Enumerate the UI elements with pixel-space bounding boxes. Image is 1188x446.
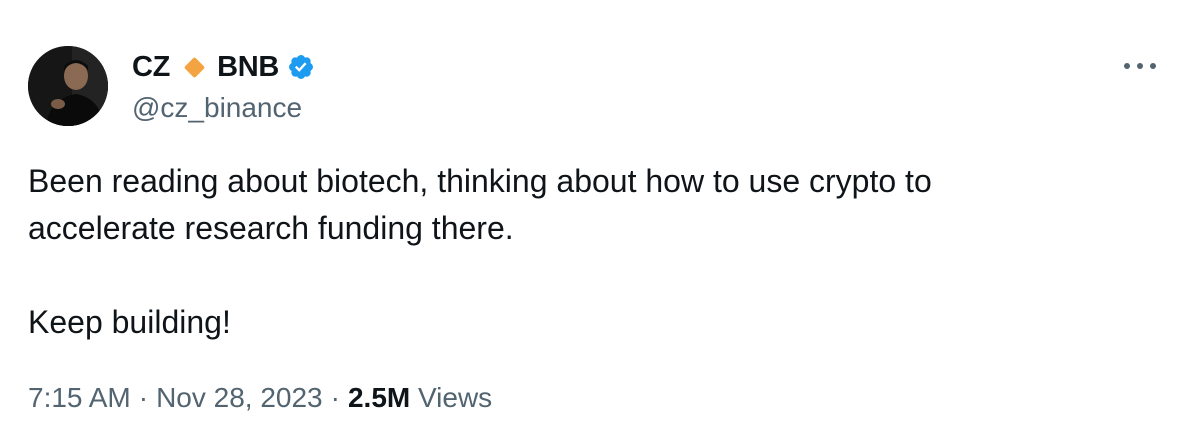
views-label[interactable]: Views — [418, 382, 492, 413]
author-handle[interactable]: @cz_binance — [132, 92, 302, 124]
tweet-text-line: accelerate research funding there. — [28, 210, 514, 246]
tweet-time[interactable]: 7:15 AM — [28, 382, 131, 413]
meta-separator: · — [138, 382, 149, 413]
tweet-text-line: Keep building! — [28, 304, 231, 340]
avatar[interactable] — [28, 46, 108, 126]
tweet-date[interactable]: Nov 28, 2023 — [156, 382, 323, 413]
tweet-text-line: Been reading about biotech, thinking abo… — [28, 163, 932, 199]
verified-badge-icon[interactable] — [287, 53, 315, 81]
views-count[interactable]: 2.5M — [348, 382, 410, 413]
orange-diamond-icon — [182, 55, 207, 80]
author-name-part2[interactable]: BNB — [217, 51, 279, 84]
tweet-text: Been reading about biotech, thinking abo… — [28, 158, 1148, 346]
meta-separator: · — [330, 382, 340, 413]
more-options-icon[interactable] — [1120, 54, 1160, 78]
author-name-row[interactable]: CZ BNB — [132, 50, 315, 84]
author-name-part1[interactable]: CZ — [132, 51, 170, 84]
tweet-card: CZ BNB @cz_binance Been reading about bi… — [0, 0, 1188, 446]
tweet-meta: 7:15 AM · Nov 28, 2023 · 2.5M Views — [28, 382, 492, 414]
